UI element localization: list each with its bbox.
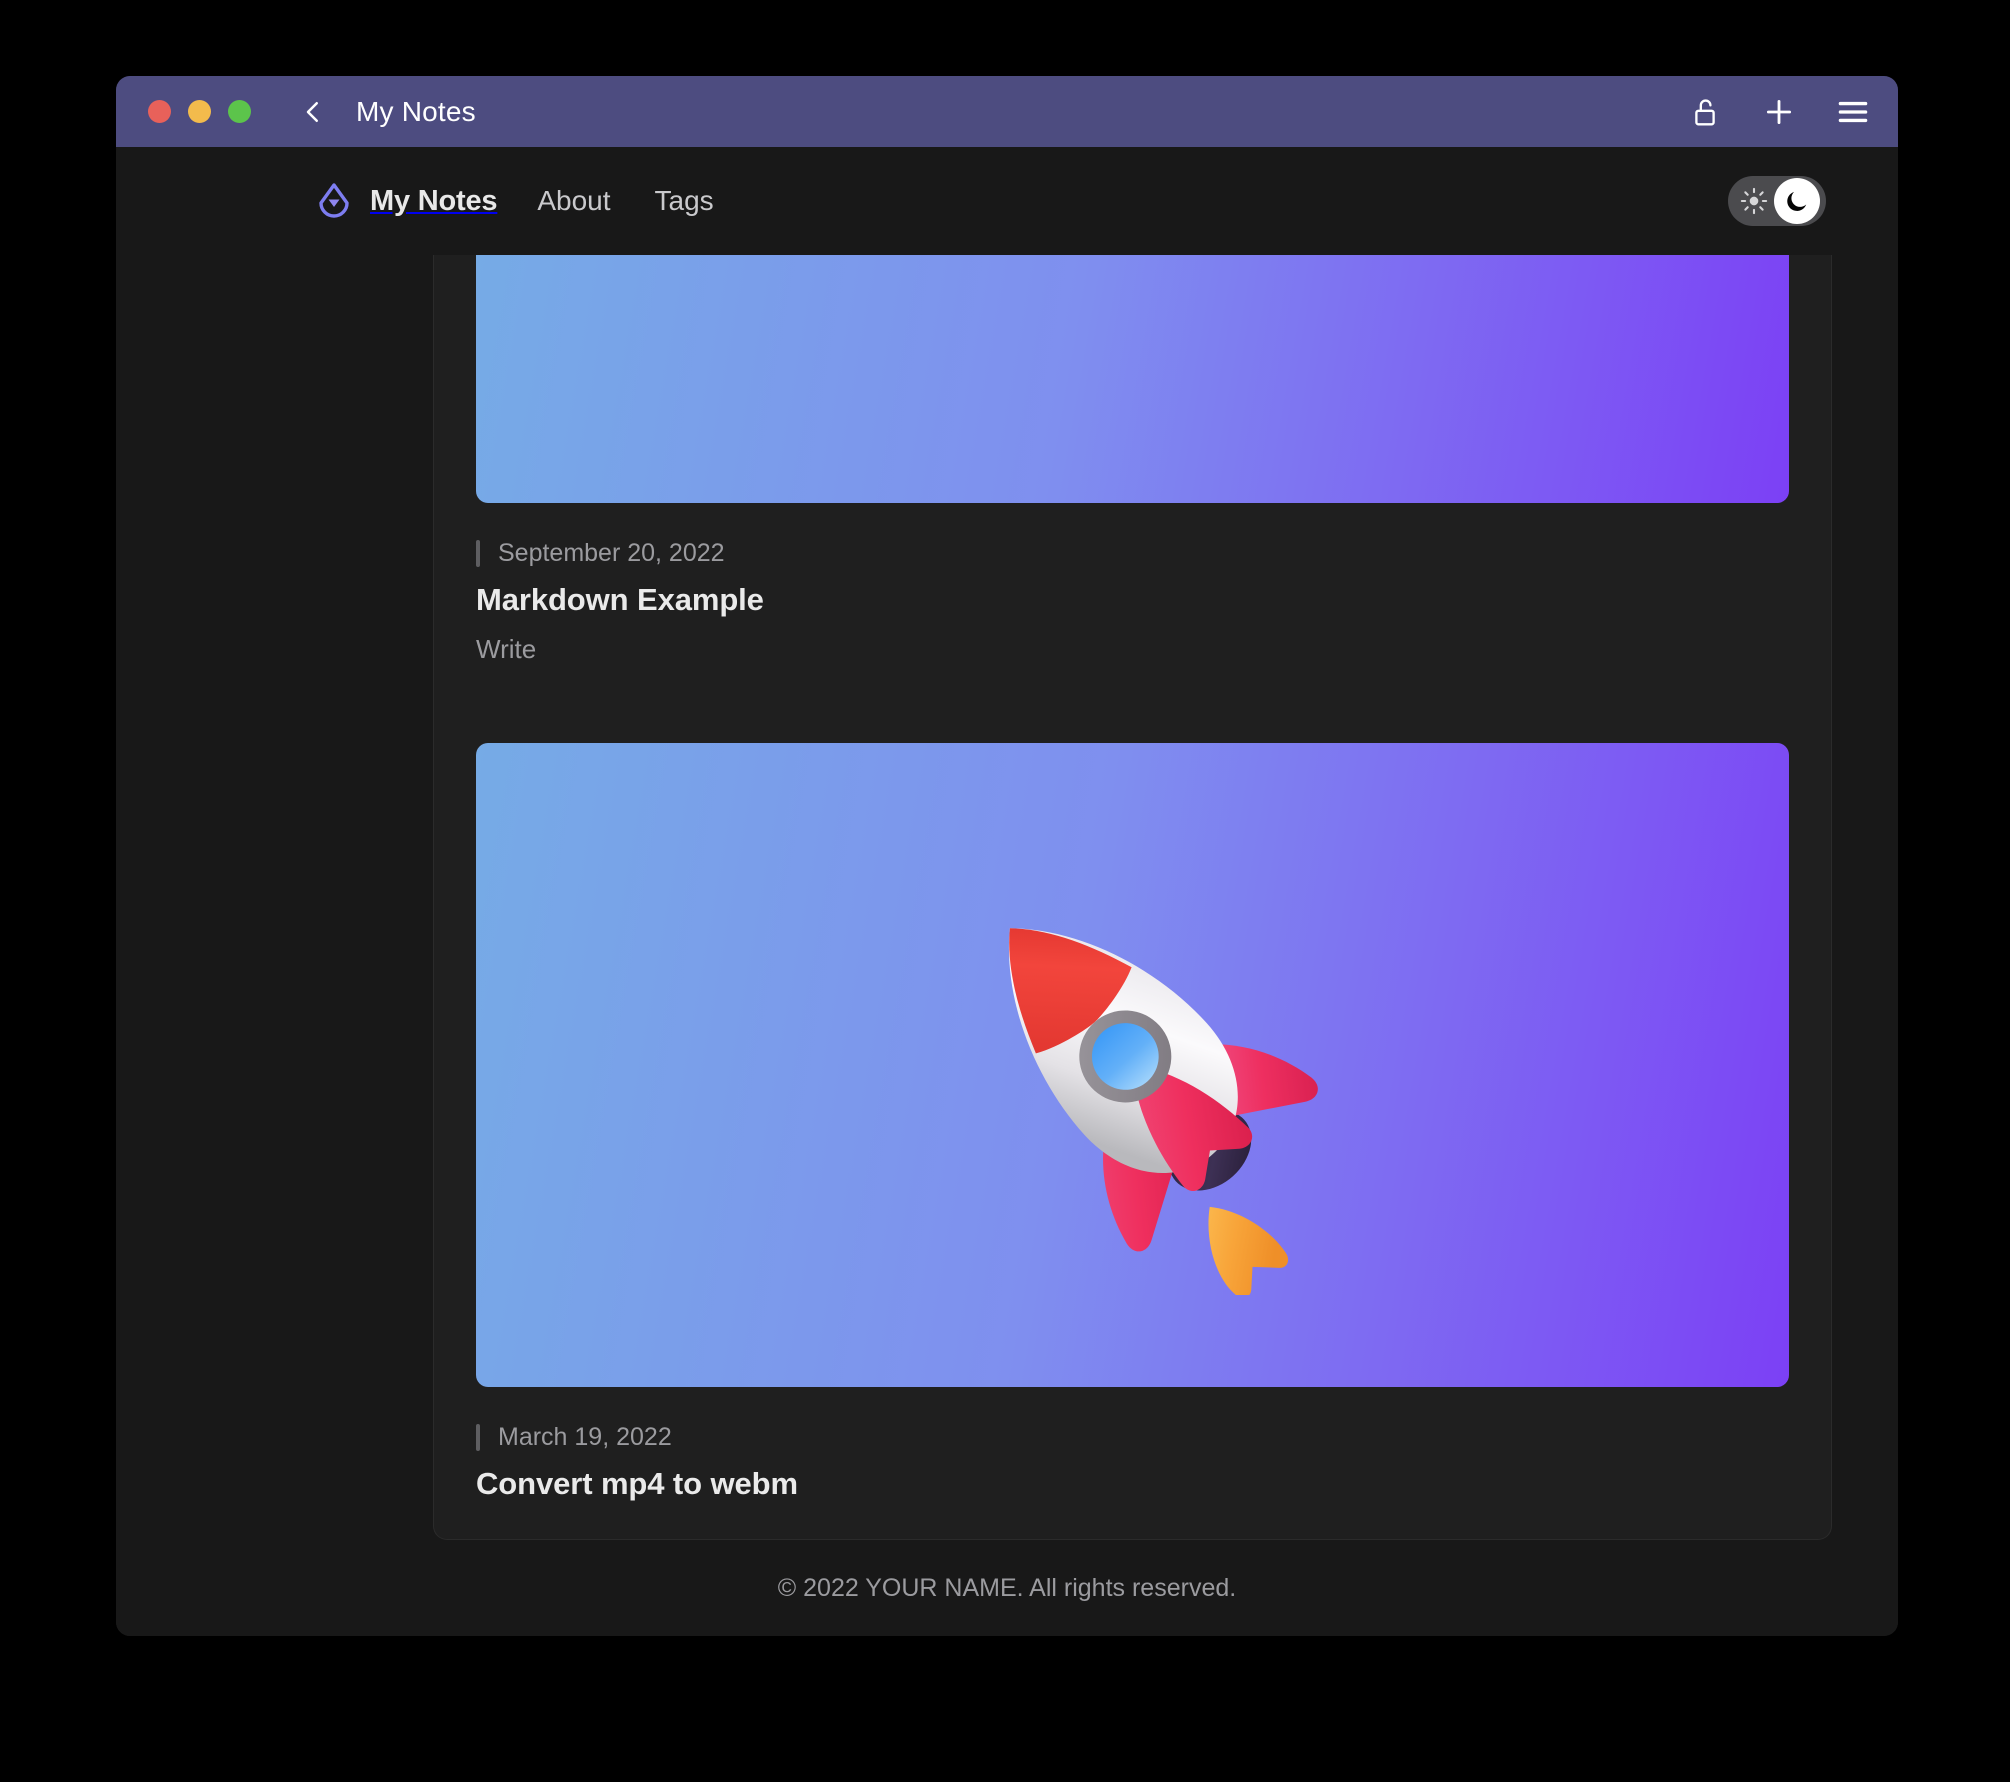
note-title[interactable]: Markdown Example [476, 582, 1789, 618]
chevron-left-icon [306, 101, 318, 122]
window-title: My Notes [356, 95, 476, 127]
brand-home-link[interactable]: My Notes [314, 181, 498, 221]
nav-links: About Tags [537, 185, 713, 217]
rocket-emoji [1008, 928, 1318, 1295]
sun-icon [1739, 186, 1769, 216]
card-spacer [476, 671, 1789, 743]
theme-toggle[interactable] [1728, 176, 1826, 226]
menu-button[interactable] [1834, 93, 1872, 131]
titlebar-actions [1686, 76, 1872, 147]
plus-icon [1766, 99, 1792, 124]
copyright-text: © 2022 YOUR NAME. All rights reserved. [777, 1573, 1237, 1602]
note-meta: March 19, 2022 [476, 1423, 1789, 1452]
unlock-button[interactable] [1686, 93, 1724, 131]
hamburger-menu-icon [1838, 101, 1868, 122]
note-date: September 20, 2022 [498, 539, 725, 567]
add-note-button[interactable] [1760, 93, 1798, 131]
nav-link-tags[interactable]: Tags [655, 185, 714, 217]
app-body: My Notes About Tags September 20, 2022 M… [116, 147, 1898, 1636]
moon-icon [1787, 191, 1807, 211]
note-date: March 19, 2022 [498, 1423, 672, 1451]
nav-link-about[interactable]: About [537, 185, 610, 217]
minimize-window-button[interactable] [188, 100, 211, 123]
teardrop-logo-icon [319, 183, 349, 218]
note-title[interactable]: Convert mp4 to webm [476, 1466, 1789, 1502]
date-accent-bar [476, 540, 480, 567]
note-meta: September 20, 2022 [476, 539, 1789, 568]
note-card[interactable]: September 20, 2022 Markdown Example Writ… [476, 255, 1789, 671]
note-subtitle: Write [476, 634, 537, 664]
brand-name: My Notes [370, 184, 498, 217]
site-navbar: My Notes About Tags [116, 147, 1898, 255]
close-window-button[interactable] [148, 100, 171, 123]
maximize-window-button[interactable] [228, 100, 251, 123]
site-footer: © 2022 YOUR NAME. All rights reserved. [116, 1540, 1898, 1636]
note-thumbnail[interactable] [476, 255, 1789, 503]
unlock-icon [1695, 98, 1715, 125]
back-button[interactable] [296, 95, 330, 129]
note-thumbnail[interactable] [476, 743, 1789, 1387]
app-window: My Notes My Notes About Tags September 2… [116, 76, 1898, 1636]
window-titlebar: My Notes [116, 76, 1898, 147]
traffic-lights [148, 100, 251, 123]
date-accent-bar [476, 1424, 480, 1451]
theme-toggle-knob[interactable] [1774, 178, 1820, 224]
notes-panel: September 20, 2022 Markdown Example Writ… [433, 255, 1832, 1540]
note-card[interactable]: March 19, 2022 Convert mp4 to webm [476, 743, 1789, 1508]
